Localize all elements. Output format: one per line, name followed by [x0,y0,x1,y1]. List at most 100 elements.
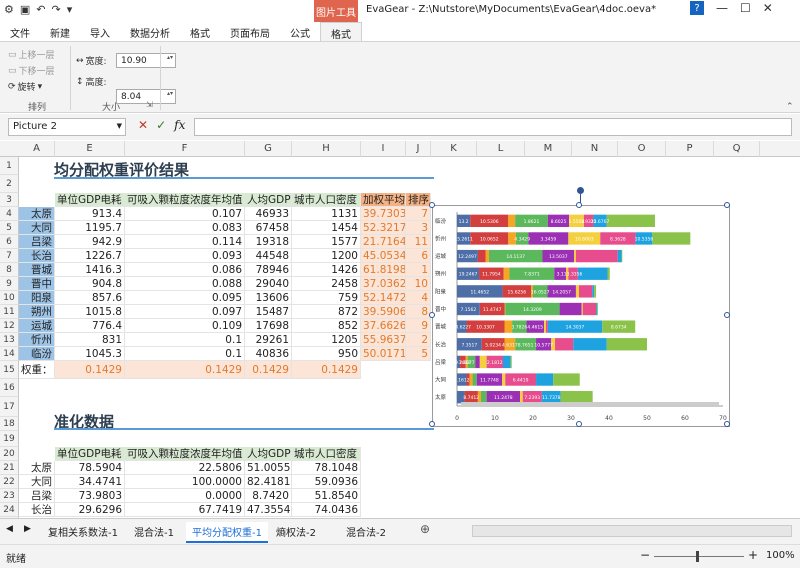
cell[interactable]: 40836 [245,347,292,361]
rotate-button[interactable]: ⟳ 旋转 ▾ [8,80,42,94]
row-header[interactable]: 2 [0,175,19,193]
cell[interactable]: 1205 [292,333,361,347]
cell[interactable]: 29261 [245,333,292,347]
cell[interactable]: 0.1429 [55,361,125,379]
column-header[interactable]: Q [714,141,760,157]
help-button[interactable]: ? [690,1,704,15]
cell[interactable]: 太原 [19,207,55,221]
cell[interactable]: 运城 [19,319,55,333]
cell[interactable]: 1454 [292,221,361,235]
cell[interactable]: 776.4 [55,319,125,333]
cell[interactable]: 朔州 [19,305,55,319]
column-header[interactable]: F [125,141,245,157]
cell[interactable]: 吕梁 [19,489,55,503]
cell[interactable]: 73.9803 [55,489,125,503]
cell[interactable]: 1577 [292,235,361,249]
rotate-handle[interactable] [577,187,584,194]
cell[interactable]: 1416.3 [55,263,125,277]
tab-data-analysis[interactable]: 数据分析 [120,22,180,42]
cell[interactable]: 46933 [245,207,292,221]
save-icon[interactable]: ▣ [20,3,30,16]
cell[interactable]: 8.7420 [245,489,292,503]
row-header[interactable]: 23 [0,489,19,503]
horizontal-scrollbar[interactable] [472,525,792,537]
cell[interactable]: 22.5806 [125,461,245,475]
cell[interactable]: 晋中 [19,277,55,291]
cell[interactable]: 1045.3 [55,347,125,361]
resize-handle[interactable] [576,202,582,208]
cell[interactable]: 5 [406,347,431,361]
insert-function-icon[interactable]: fx [174,118,185,132]
sheet-tab[interactable]: 混合法-1 [134,522,174,541]
cell[interactable]: 1426 [292,263,361,277]
cell[interactable]: 852 [292,319,361,333]
cell[interactable]: 50.0171 [361,347,406,361]
confirm-icon[interactable]: ✓ [156,118,166,132]
row-header[interactable]: 24 [0,503,19,517]
cell[interactable]: 0.109 [125,319,245,333]
cell[interactable]: 可吸入颗粒度浓度年均值 [125,447,245,461]
column-header[interactable]: A [19,141,55,157]
cell[interactable]: 阳泉 [19,291,55,305]
close-icon[interactable]: ✕ [763,1,773,15]
cell[interactable]: 55.9637 [361,333,406,347]
cell[interactable]: 7 [406,207,431,221]
cell[interactable]: 59.0936 [292,475,361,489]
row-header[interactable]: 15 [0,361,19,379]
cell[interactable]: 21.7164 [361,235,406,249]
cell[interactable]: 913.4 [55,207,125,221]
tab-formula[interactable]: 公式 [280,22,320,42]
cell[interactable]: 78.1048 [292,461,361,475]
cell[interactable]: 51.0055 [245,461,292,475]
cell[interactable]: 0.114 [125,235,245,249]
row-header[interactable]: 7 [0,249,19,263]
row-header[interactable]: 18 [0,417,19,431]
zoom-slider[interactable] [654,556,744,557]
cell[interactable]: 9 [406,319,431,333]
cell[interactable]: 吕梁 [19,235,55,249]
cell[interactable]: 1226.7 [55,249,125,263]
cell[interactable]: 37.6626 [361,319,406,333]
redo-icon[interactable]: ↷ [52,3,61,16]
cell[interactable]: 权重： [19,361,55,379]
cell[interactable]: 100.0000 [125,475,245,489]
column-header[interactable]: I [361,141,406,157]
cell[interactable]: 10 [406,277,431,291]
cell[interactable]: 0.1429 [245,361,292,379]
formula-input[interactable] [194,118,792,136]
column-header[interactable]: O [618,141,666,157]
cell[interactable]: 临汾 [19,347,55,361]
cell[interactable]: 0.1429 [125,361,245,379]
zoom-out-icon[interactable]: − [640,548,650,562]
row-header[interactable]: 3 [0,193,19,207]
tab-picture-format[interactable]: 格式 [320,22,362,42]
cell[interactable]: 人均GDP [245,193,292,207]
tab-format[interactable]: 格式 [180,22,220,42]
tab-file[interactable]: 文件 [0,22,40,42]
scroll-right-icon[interactable]: ▶ [24,524,31,534]
row-header[interactable]: 14 [0,347,19,361]
row-header[interactable]: 22 [0,475,19,489]
cell[interactable]: 759 [292,291,361,305]
cell[interactable]: 67.7419 [125,503,245,517]
cell[interactable]: 3 [406,221,431,235]
cell[interactable]: 0.093 [125,249,245,263]
row-header[interactable]: 10 [0,291,19,305]
name-box-dropdown-icon[interactable]: ▼ [117,122,122,130]
sheet-tab-active[interactable]: 平均分配权重-1 [186,522,268,543]
cell[interactable]: 人均GDP [245,447,292,461]
row-header[interactable]: 21 [0,461,19,475]
cell[interactable]: 1200 [292,249,361,263]
cell[interactable]: 39.5906 [361,305,406,319]
cell[interactable]: 0.1 [125,347,245,361]
cancel-icon[interactable]: ✕ [138,118,148,132]
cell[interactable]: 29040 [245,277,292,291]
cell[interactable]: 长治 [19,249,55,263]
scroll-left-icon[interactable]: ◀ [6,524,13,534]
row-header[interactable]: 5 [0,221,19,235]
cell[interactable]: 晋城 [19,263,55,277]
row-header[interactable]: 1 [0,157,19,175]
cell[interactable]: 74.0436 [292,503,361,517]
customize-icon[interactable]: ▾ [67,3,73,16]
row-header[interactable]: 12 [0,319,19,333]
